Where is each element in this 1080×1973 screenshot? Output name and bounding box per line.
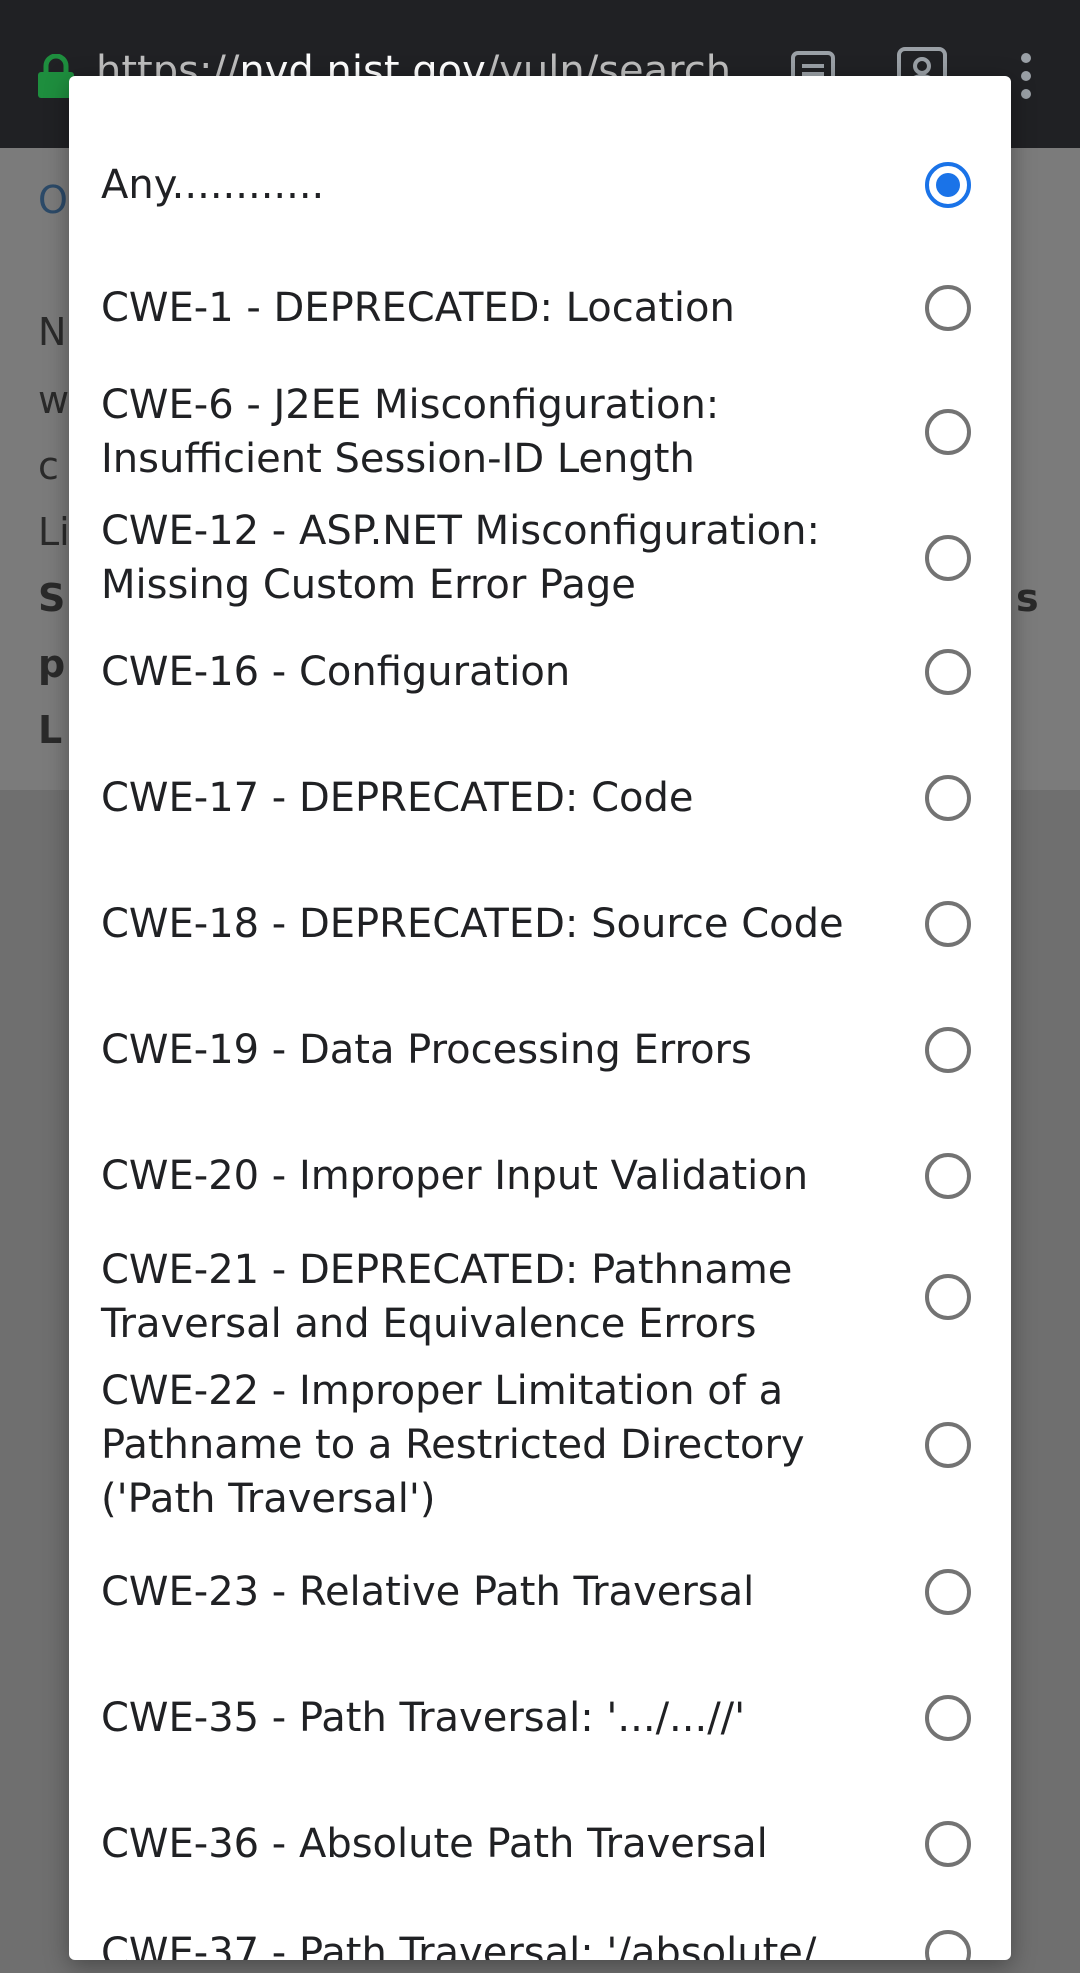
radio-button[interactable] — [925, 409, 971, 455]
option-cwe-35[interactable]: CWE-35 - Path Traversal: '.../...//' — [69, 1675, 1011, 1761]
radio-button[interactable] — [925, 1930, 971, 1960]
option-cwe-36[interactable]: CWE-36 - Absolute Path Traversal — [69, 1801, 1011, 1887]
radio-button[interactable] — [925, 1027, 971, 1073]
radio-button[interactable] — [925, 162, 971, 208]
option-label: CWE-20 - Improper Input Validation — [101, 1153, 809, 1199]
radio-button[interactable] — [925, 535, 971, 581]
radio-button[interactable] — [925, 1569, 971, 1615]
more-vertical-icon[interactable] — [1014, 52, 1038, 100]
option-label: CWE-6 - J2EE Misconfiguration: Insuffici… — [101, 382, 720, 482]
option-cwe-12[interactable]: CWE-12 - ASP.NET Misconfiguration: Missi… — [69, 503, 1011, 613]
background-text-fragment: s — [1016, 576, 1039, 620]
option-cwe-16[interactable]: CWE-16 - Configuration — [69, 629, 1011, 715]
background-text-fragment: S — [38, 576, 66, 620]
option-cwe-19[interactable]: CWE-19 - Data Processing Errors — [69, 1007, 1011, 1093]
option-any[interactable]: Any............ — [69, 142, 1011, 228]
radio-button[interactable] — [925, 649, 971, 695]
background-text-fragment: p — [38, 642, 66, 686]
option-label: CWE-17 - DEPRECATED: Code — [101, 775, 694, 821]
background-text-fragment: Li — [38, 510, 70, 554]
radio-button[interactable] — [925, 775, 971, 821]
option-cwe-1[interactable]: CWE-1 - DEPRECATED: Location — [69, 265, 1011, 351]
background-text-fragment: L — [38, 708, 63, 752]
option-label: CWE-19 - Data Processing Errors — [101, 1027, 752, 1073]
option-label: CWE-36 - Absolute Path Traversal — [101, 1821, 768, 1867]
background-text-fragment: w — [38, 378, 70, 422]
option-cwe-21[interactable]: CWE-21 - DEPRECATED: Pathname Traversal … — [69, 1242, 1011, 1352]
option-cwe-17[interactable]: CWE-17 - DEPRECATED: Code — [69, 755, 1011, 841]
option-label: CWE-37 - Path Traversal: '/absolute/ — [101, 1930, 817, 1960]
radio-button[interactable] — [925, 1695, 971, 1741]
option-label: CWE-1 - DEPRECATED: Location — [101, 285, 735, 331]
option-label: Any............ — [101, 162, 325, 208]
option-label: CWE-22 - Improper Limitation of a Pathna… — [101, 1368, 805, 1522]
option-cwe-23[interactable]: CWE-23 - Relative Path Traversal — [69, 1549, 1011, 1635]
option-label: CWE-23 - Relative Path Traversal — [101, 1569, 755, 1615]
option-cwe-6[interactable]: CWE-6 - J2EE Misconfiguration: Insuffici… — [69, 377, 1011, 487]
radio-button[interactable] — [925, 1821, 971, 1867]
option-cwe-22[interactable]: CWE-22 - Improper Limitation of a Pathna… — [69, 1362, 1011, 1528]
radio-button[interactable] — [925, 901, 971, 947]
option-label: CWE-35 - Path Traversal: '.../...//' — [101, 1695, 746, 1741]
radio-button[interactable] — [925, 285, 971, 331]
background-text-fragment: O — [38, 178, 68, 222]
option-cwe-20[interactable]: CWE-20 - Improper Input Validation — [69, 1133, 1011, 1219]
option-cwe-37[interactable]: CWE-37 - Path Traversal: '/absolute/ — [69, 1910, 1011, 1960]
radio-button[interactable] — [925, 1422, 971, 1468]
option-label: CWE-16 - Configuration — [101, 649, 571, 695]
option-cwe-18[interactable]: CWE-18 - DEPRECATED: Source Code — [69, 881, 1011, 967]
radio-button[interactable] — [925, 1153, 971, 1199]
radio-button[interactable] — [925, 1274, 971, 1320]
option-label: CWE-21 - DEPRECATED: Pathname Traversal … — [101, 1247, 793, 1347]
background-text-fragment: N — [38, 310, 67, 354]
option-label: CWE-18 - DEPRECATED: Source Code — [101, 901, 844, 947]
option-label: CWE-12 - ASP.NET Misconfiguration: Missi… — [101, 508, 820, 608]
background-text-fragment: c — [38, 444, 59, 488]
cwe-select-dialog: Any............ CWE-1 - DEPRECATED: Loca… — [69, 76, 1011, 1960]
